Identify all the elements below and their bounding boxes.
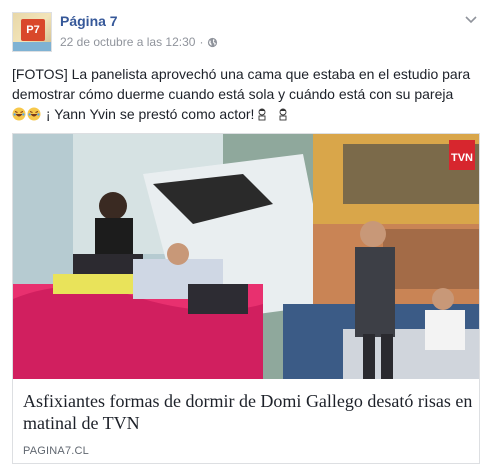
tvn-logo-text: TVN [451,152,473,164]
laughing-emoji-icon [12,107,26,121]
link-preview-card[interactable]: TVN Asfixiantes formas de dormir de Domi… [12,133,480,464]
page-name-link[interactable]: Página 7 [60,13,118,29]
article-image[interactable]: TVN [13,134,479,379]
post-text-line-1: [FOTOS] La panelista aprovechó una cama … [12,66,471,82]
couple-emoji-icon [258,108,266,121]
article-title[interactable]: Asfixiantes formas de dormir de Domi Gal… [23,390,473,434]
laughing-emoji-icon [27,107,41,121]
post-timestamp[interactable]: 22 de octubre a las 12:30 [60,35,195,49]
post-text: [FOTOS] La panelista aprovechó una cama … [12,64,482,124]
post-meta: 22 de octubre a las 12:30 · [60,35,218,49]
meta-separator: · [199,35,204,49]
article-domain: PAGINA7.CL [23,445,89,457]
post-text-line-2: demostrar cómo duerme cuando está sola y… [12,86,454,102]
facebook-post: P7 Página 7 22 de octubre a las 12:30 · … [0,0,492,468]
avatar-badge: P7 [21,19,45,41]
couple-emoji-icon [279,108,287,121]
chevron-down-icon[interactable] [464,12,478,26]
globe-icon[interactable] [207,37,218,48]
avatar-strip [13,42,51,51]
post-text-line-3: ¡ Yann Yvin se prestó como actor! [12,104,482,124]
page-avatar[interactable]: P7 [12,12,52,52]
post-text-line-3-text: ¡ Yann Yvin se prestó como actor! [45,106,255,122]
